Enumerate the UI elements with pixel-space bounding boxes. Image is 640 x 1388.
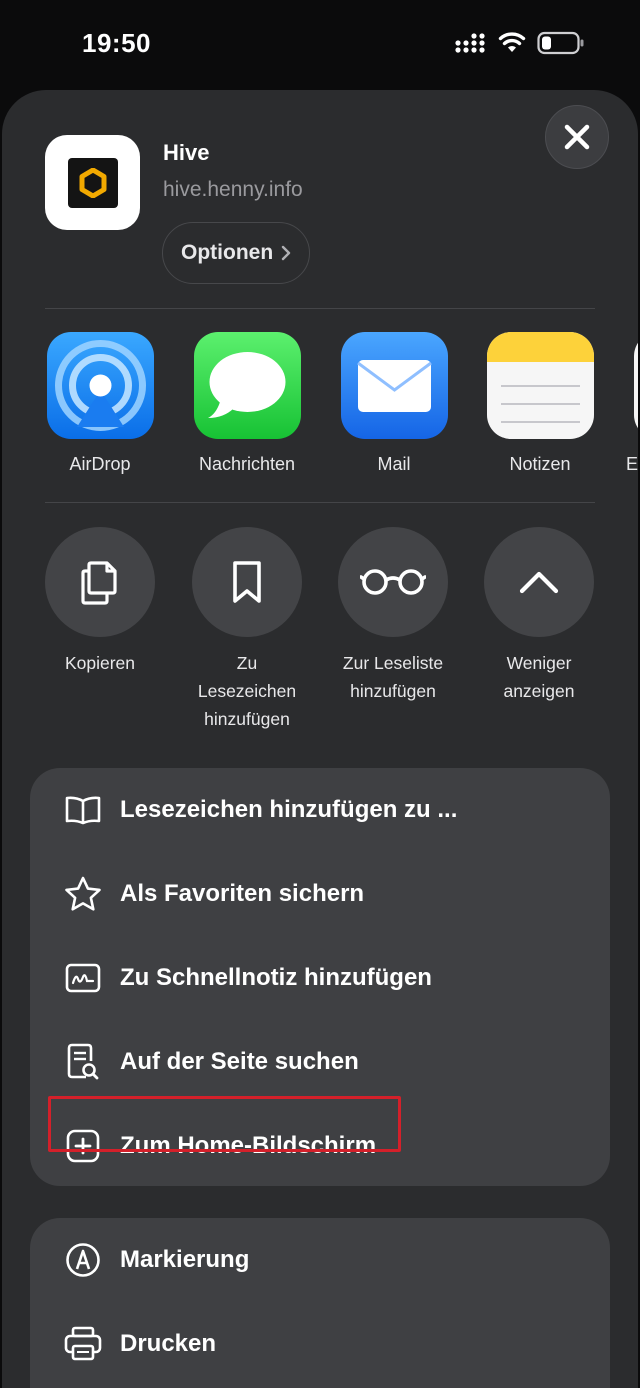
chevron-up-icon <box>519 571 559 594</box>
action-label: Kopieren <box>64 653 136 673</box>
page-title: Hive <box>163 140 210 165</box>
action-label: Zur Leseliste hinzufügen <box>342 653 444 701</box>
bookmark-icon <box>233 561 261 603</box>
divider <box>45 502 595 503</box>
show-less-button[interactable] <box>484 527 594 637</box>
mail-icon <box>340 332 448 439</box>
action-label: Zu Lesezeichen hinzufügen <box>197 653 297 729</box>
star-icon <box>63 874 103 914</box>
share-app-label: Nachrichten <box>198 454 296 474</box>
messages-icon <box>193 332 301 439</box>
cellular-signal-icon <box>455 33 485 53</box>
partial-app-icon <box>634 332 638 439</box>
menu-item-label: Auf der Seite suchen <box>120 1048 359 1075</box>
action-bookmark[interactable]: Zu Lesezeichen hinzufügen <box>177 527 317 733</box>
reading-list-icon <box>360 569 426 595</box>
menu-item-label: Lesezeichen hinzufügen zu ... <box>120 796 458 823</box>
copy-button[interactable] <box>45 527 155 637</box>
reading-list-button[interactable] <box>338 527 448 637</box>
share-app-label: Mail <box>377 454 411 474</box>
website-app-icon <box>45 135 140 230</box>
action-copy[interactable]: Kopieren <box>30 527 170 677</box>
airdrop-icon <box>46 332 154 439</box>
battery-icon <box>537 31 584 55</box>
hive-logo-icon <box>67 157 118 208</box>
menu-item-add-favorite[interactable]: Als Favoriten sichern <box>30 852 610 936</box>
action-list-secondary: Markierung Drucken <box>30 1218 610 1388</box>
menu-item-label: Als Favoriten sichern <box>120 880 365 907</box>
share-sheet: Hive hive.henny.info Optionen AirDrop Na… <box>2 90 638 1388</box>
options-label: Optionen <box>181 241 274 264</box>
menu-item-quick-note[interactable]: Zu Schnellnotiz hinzufügen <box>30 936 610 1020</box>
find-on-page-icon <box>63 1042 103 1082</box>
menu-item-label: Markierung <box>120 1246 250 1273</box>
share-app-label: E <box>626 454 638 474</box>
copy-icon <box>81 561 117 605</box>
chevron-right-icon <box>281 245 291 261</box>
action-row: Kopieren Zu Lesezeichen hinzufügen Zur L… <box>2 527 638 747</box>
page-url: hive.henny.info <box>163 178 303 201</box>
share-app-airdrop[interactable]: AirDrop <box>40 332 160 475</box>
share-app-mail[interactable]: Mail <box>334 332 454 475</box>
notes-icon <box>486 332 594 439</box>
menu-item-add-bookmark-to[interactable]: Lesezeichen hinzufügen zu ... <box>30 768 610 852</box>
printer-icon <box>63 1324 103 1364</box>
share-app-label: Notizen <box>509 454 571 474</box>
share-app-messages[interactable]: Nachrichten <box>187 332 307 475</box>
close-icon <box>564 124 590 150</box>
menu-item-find-on-page[interactable]: Auf der Seite suchen <box>30 1020 610 1104</box>
share-app-row: AirDrop Nachrichten Mail Notizen E <box>2 332 638 482</box>
bookmark-button[interactable] <box>192 527 302 637</box>
wifi-icon <box>498 32 526 52</box>
action-reading-list[interactable]: Zur Leseliste hinzufügen <box>323 527 463 705</box>
share-app-notes[interactable]: Notizen <box>480 332 600 475</box>
status-time: 19:50 <box>82 28 151 58</box>
status-bar: 19:50 <box>0 0 640 88</box>
menu-item-print[interactable]: Drucken <box>30 1302 610 1386</box>
highlight-box <box>48 1096 401 1152</box>
share-app-label: AirDrop <box>69 454 131 474</box>
action-show-less[interactable]: Weniger anzeigen <box>469 527 609 705</box>
markup-icon <box>63 1240 103 1280</box>
menu-item-label: Zu Schnellnotiz hinzufügen <box>120 964 432 991</box>
menu-item-markup[interactable]: Markierung <box>30 1218 610 1302</box>
close-button[interactable] <box>545 105 609 169</box>
options-button[interactable]: Optionen <box>162 222 311 284</box>
action-label: Weniger anzeigen <box>503 653 575 701</box>
share-app-partial[interactable]: E <box>626 332 638 475</box>
action-list-primary: Lesezeichen hinzufügen zu ... Als Favori… <box>30 768 610 1186</box>
quick-note-icon <box>63 958 103 998</box>
book-icon <box>63 790 103 830</box>
menu-item-label: Drucken <box>120 1330 217 1357</box>
divider <box>45 308 595 309</box>
